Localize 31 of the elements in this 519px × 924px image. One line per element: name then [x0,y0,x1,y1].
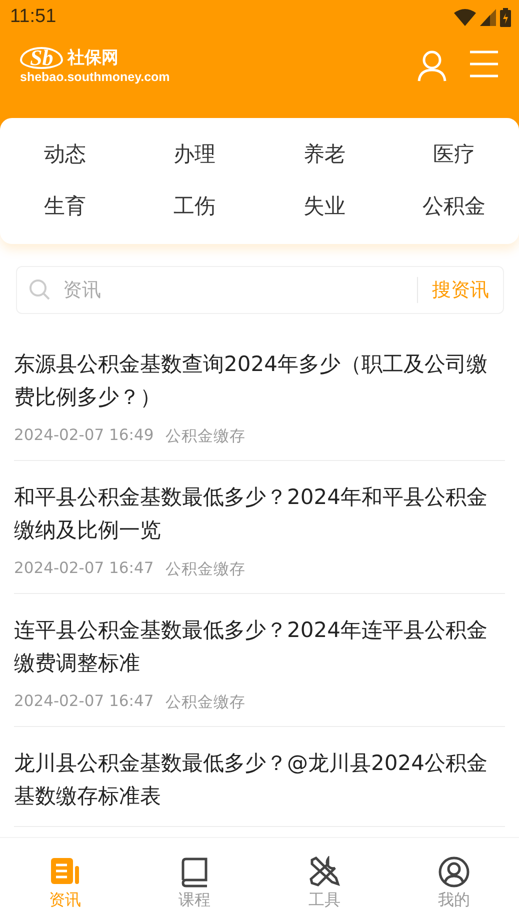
article-date: 2024-02-07 16:49 [14,426,154,446]
category-item[interactable]: 生育 [0,180,130,232]
logo-domain: shebao.southmoney.com [20,70,170,84]
category-item[interactable]: 工伤 [130,180,260,232]
article-title[interactable]: 和平县公积金基数最低多少？2024年和平县公积金缴纳及比例一览 [14,481,505,547]
profile-icon [438,856,470,888]
wifi-icon [454,8,476,26]
article-title[interactable]: 龙川县公积金基数最低多少？@龙川县2024公积金基数缴存标准表 [14,747,505,813]
status-time: 11:51 [10,6,56,28]
menu-icon[interactable] [469,50,499,78]
article-tag: 公积金缴存 [166,692,246,713]
search-placeholder: 资讯 [63,278,102,303]
user-icon[interactable] [417,50,447,82]
signal-icon [480,8,496,26]
article-date: 2024-02-07 16:47 [14,559,154,579]
logo-name: 社保网 [67,47,118,69]
article-title[interactable]: 东源县公积金基数查询2024年多少（职工及公司缴费比例多少？） [14,348,505,414]
category-item[interactable]: 医疗 [389,128,519,180]
logo-mark: Sb [20,46,64,68]
battery-icon [500,8,511,26]
tools-icon [308,856,340,888]
category-item[interactable]: 公积金 [389,180,519,232]
article-date: 2024-02-07 16:47 [14,692,154,712]
category-item[interactable]: 养老 [260,128,390,180]
category-item[interactable]: 办理 [130,128,260,180]
article-title[interactable]: 连平县公积金基数最低多少？2024年连平县公积金缴费调整标准 [14,614,505,680]
category-item[interactable]: 失业 [260,180,390,232]
article-tag: 公积金缴存 [166,426,246,447]
search-icon [29,279,51,301]
category-item[interactable]: 动态 [0,128,130,180]
article-tag: 公积金缴存 [166,559,246,580]
